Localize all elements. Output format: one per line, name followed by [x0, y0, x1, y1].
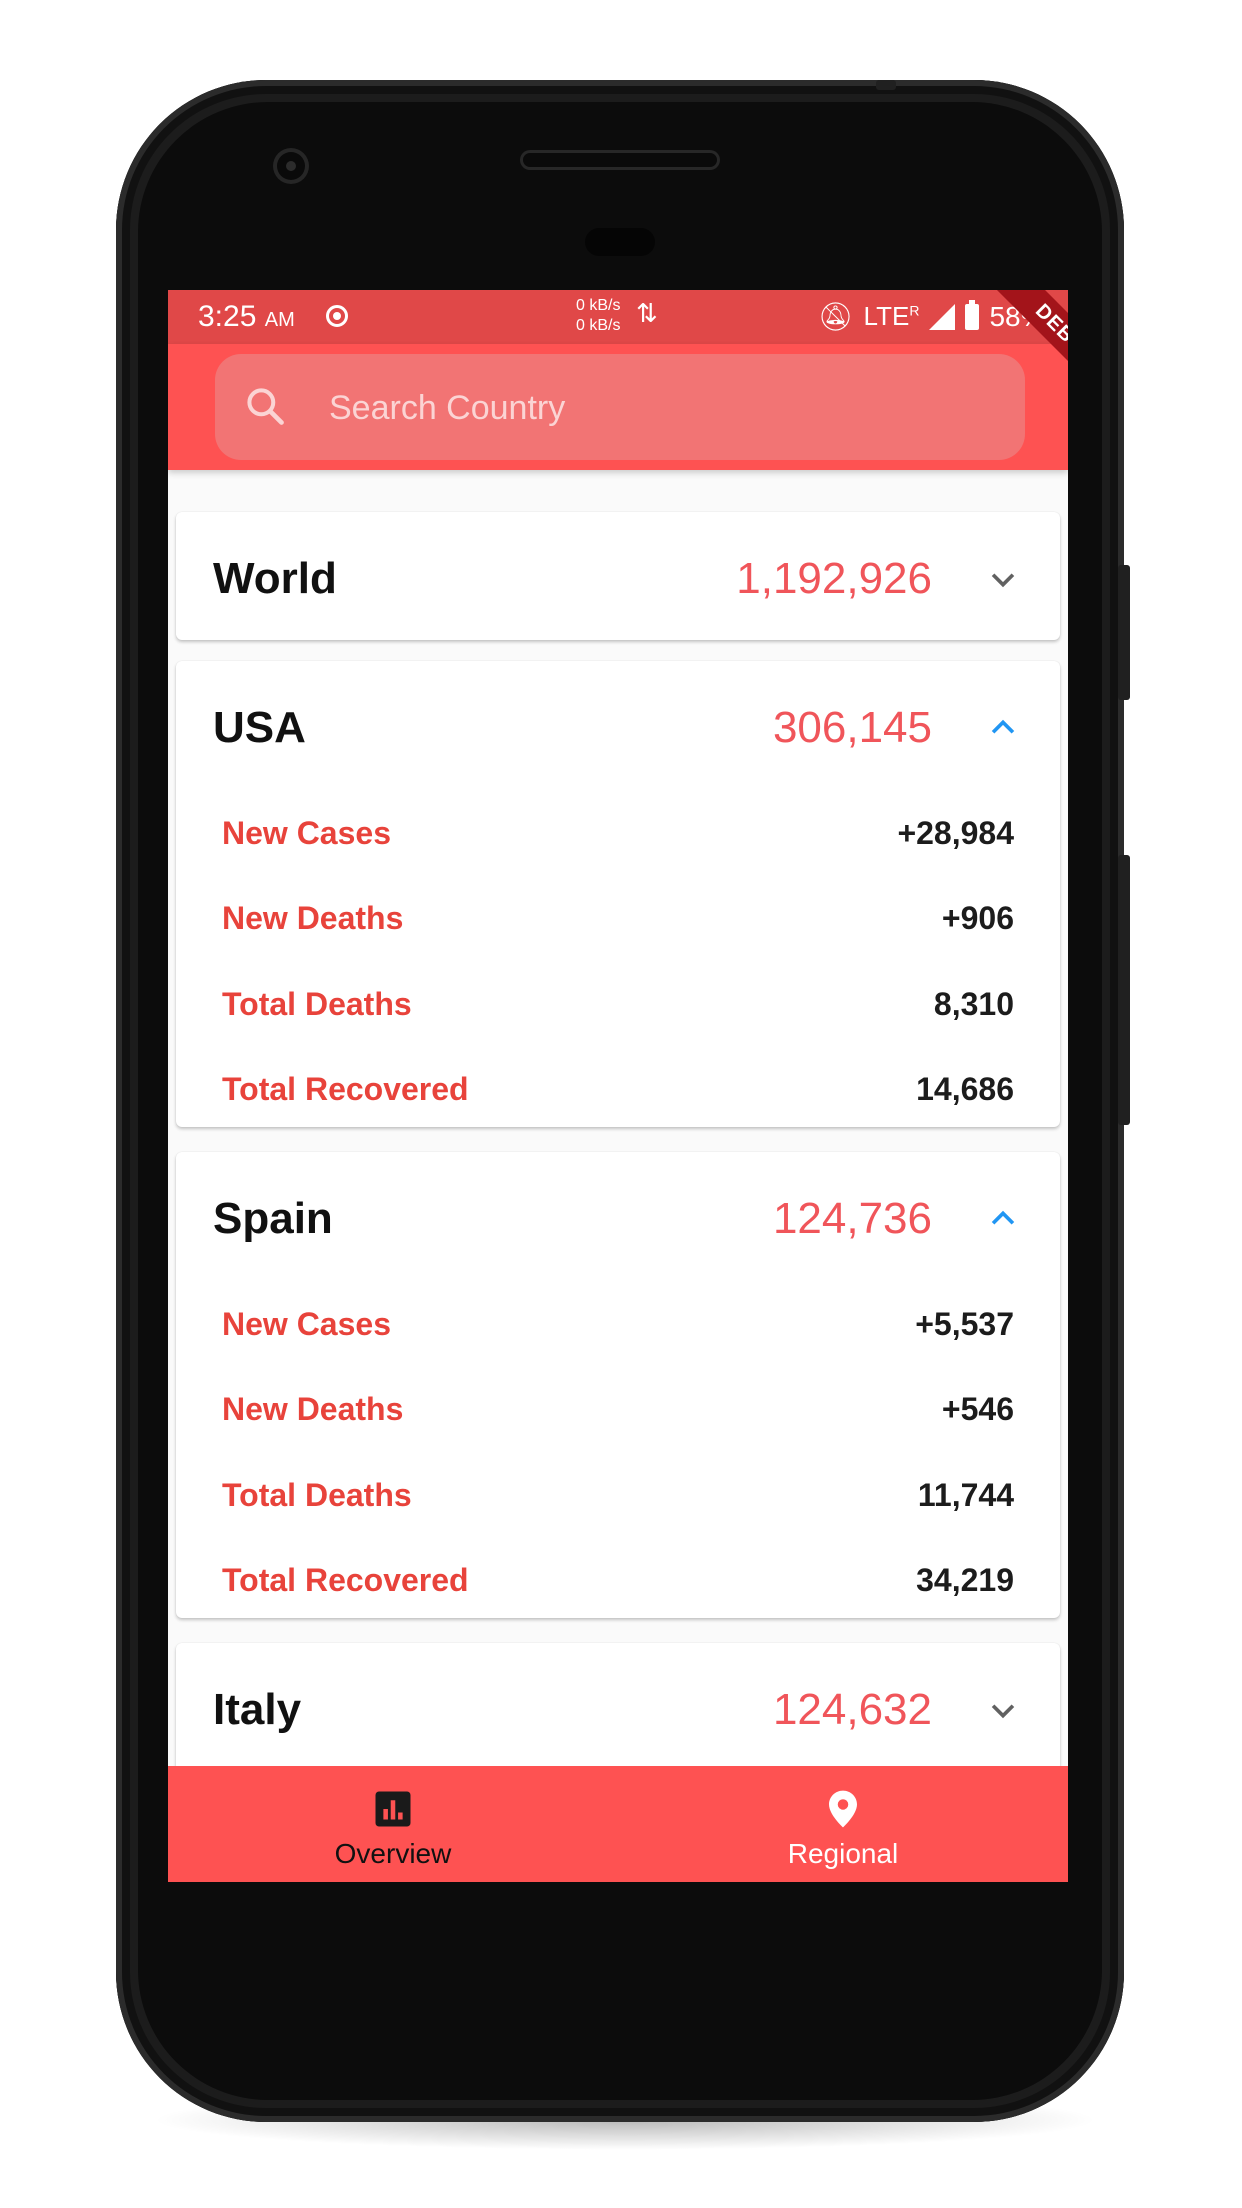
country-header[interactable]: USA 306,145 [176, 661, 1060, 791]
chevron-down-icon[interactable] [986, 1693, 1020, 1727]
stat-label: New Deaths [222, 900, 404, 936]
earpiece-speaker [520, 150, 720, 170]
country-total-cases: 124,736 [772, 1194, 932, 1243]
country-total-cases: 306,145 [772, 703, 932, 752]
stat-label: Total Deaths [222, 986, 412, 1022]
nav-label-regional: Regional [787, 1838, 899, 1869]
country-name: World [213, 554, 337, 603]
stat-value: 34,219 [916, 1562, 1014, 1598]
network-type: LTER [864, 301, 920, 332]
country-list[interactable]: World 1,192,926 USA 306,145 New Cases +2… [168, 470, 1068, 1766]
stat-row-new-cases: New Cases +28,984 [222, 803, 1014, 863]
stat-row-new-deaths: New Deaths +906 [222, 888, 1014, 948]
network-type-label: LTE [863, 301, 910, 331]
nav-item-overview[interactable]: Overview [168, 1766, 618, 1882]
country-total-cases: 124,632 [772, 1685, 932, 1734]
front-camera [273, 148, 309, 184]
status-bar: 3:25 AM 0 kB/s 0 kB/s ⇅ 🔕︎ LTER 58% [168, 290, 1068, 344]
status-ampm: AM [264, 309, 295, 331]
network-speed-down: 0 kB/s [576, 317, 621, 334]
phone-volume-button [1118, 565, 1130, 700]
stat-label: New Cases [222, 1306, 391, 1342]
stat-value: 8,310 [933, 986, 1014, 1022]
country-header[interactable]: Spain 124,736 [176, 1152, 1060, 1282]
stat-row-total-recovered: Total Recovered 34,219 [222, 1550, 1014, 1610]
country-name: USA [213, 703, 306, 752]
stat-value: +546 [941, 1391, 1014, 1427]
stat-row-total-recovered: Total Recovered 14,686 [222, 1059, 1014, 1119]
phone-power-button [1118, 855, 1130, 1125]
phone-top-button [876, 80, 896, 90]
app-screen: 3:25 AM 0 kB/s 0 kB/s ⇅ 🔕︎ LTER 58% DEBU… [168, 290, 1068, 1882]
stat-value: 14,686 [916, 1071, 1014, 1107]
chevron-up-icon[interactable] [986, 1202, 1020, 1236]
sync-icon [326, 305, 348, 327]
stat-label: New Deaths [222, 1391, 404, 1427]
country-header[interactable]: Italy 124,632 [176, 1643, 1060, 1766]
location-pin-icon [829, 1790, 857, 1828]
stat-value: +28,984 [897, 815, 1014, 851]
roaming-indicator: R [909, 302, 920, 319]
stat-row-total-deaths: Total Deaths 8,310 [222, 974, 1014, 1034]
bar-chart-icon [375, 1791, 411, 1827]
stat-row-total-deaths: Total Deaths 11,744 [222, 1465, 1014, 1525]
stat-row-new-cases: New Cases +5,537 [222, 1294, 1014, 1354]
search-box[interactable] [215, 354, 1025, 460]
bottom-navigation: Overview Regional [168, 1766, 1068, 1882]
chevron-up-icon[interactable] [986, 711, 1020, 745]
stat-value: 11,744 [917, 1477, 1014, 1513]
chevron-down-icon[interactable] [986, 562, 1020, 596]
stat-label: Total Deaths [222, 1477, 412, 1513]
country-name: Spain [213, 1194, 333, 1243]
country-card-italy[interactable]: Italy 124,632 [176, 1643, 1060, 1766]
network-speed: 0 kB/s 0 kB/s [576, 296, 620, 336]
status-time-value: 3:25 [198, 300, 257, 333]
country-card-usa[interactable]: USA 306,145 New Cases +28,984 New Deaths… [176, 661, 1060, 1127]
signal-icon [929, 303, 956, 330]
stat-label: New Cases [222, 815, 391, 851]
country-total-cases: 1,192,926 [736, 554, 932, 603]
status-time: 3:25 AM [198, 300, 295, 334]
app-bar [168, 344, 1068, 470]
country-header[interactable]: World 1,192,926 [176, 512, 1060, 642]
battery-icon [965, 299, 980, 330]
search-icon [247, 388, 284, 425]
network-speed-up: 0 kB/s [576, 297, 621, 314]
country-card-world[interactable]: World 1,192,926 [176, 512, 1060, 640]
stat-value: +5,537 [915, 1306, 1014, 1342]
nav-label-overview: Overview [334, 1838, 452, 1869]
nav-item-regional[interactable]: Regional [618, 1766, 1068, 1882]
silent-bell-icon: 🔕︎ [818, 301, 854, 332]
stat-label: Total Recovered [222, 1562, 469, 1598]
proximity-sensor [585, 228, 655, 256]
search-input[interactable] [327, 378, 971, 438]
stat-label: Total Recovered [222, 1071, 469, 1107]
country-name: Italy [213, 1685, 302, 1734]
stat-value: +906 [941, 900, 1014, 936]
stat-row-new-deaths: New Deaths +546 [222, 1379, 1014, 1439]
country-card-spain[interactable]: Spain 124,736 New Cases +5,537 New Death… [176, 1152, 1060, 1618]
data-transfer-icon: ⇅ [636, 298, 658, 328]
